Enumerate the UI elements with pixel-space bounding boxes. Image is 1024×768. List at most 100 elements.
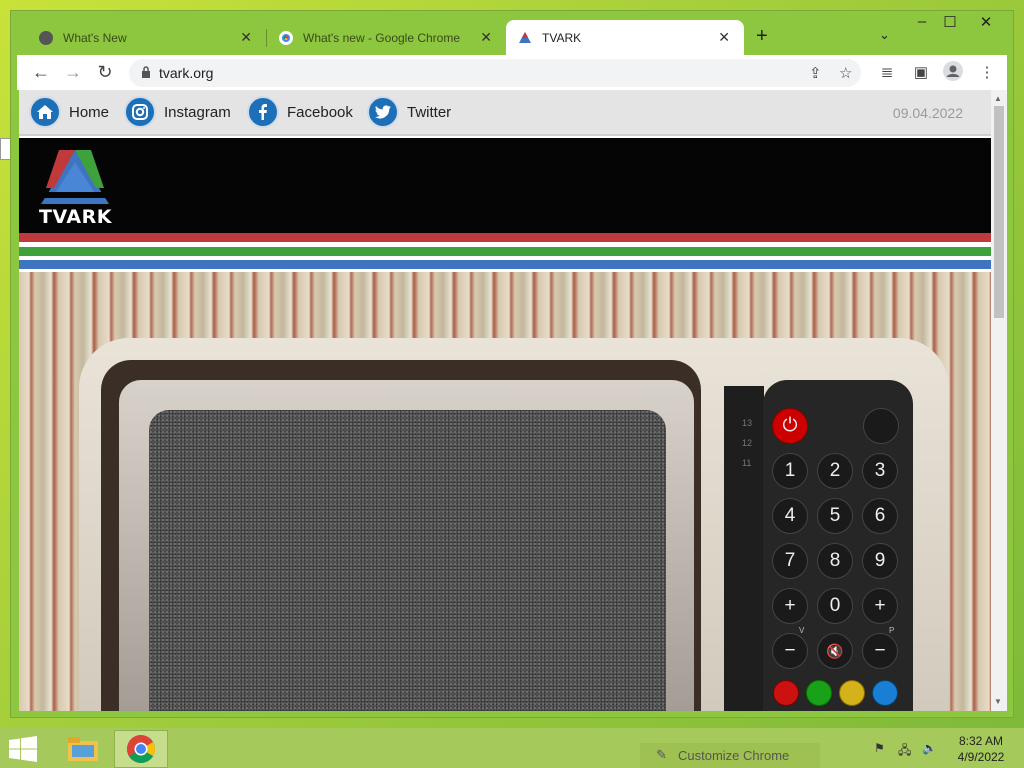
nav-link-facebook[interactable]: Facebook <box>247 96 353 128</box>
blue-color-button[interactable] <box>872 680 898 706</box>
tab-tvark[interactable]: TVARK ✕ <box>506 20 744 55</box>
forward-arrow-icon[interactable]: → <box>61 61 85 85</box>
number-button-6[interactable]: 6 <box>862 498 898 534</box>
tvark-logo-icon[interactable] <box>39 148 111 206</box>
number-button-9[interactable]: 9 <box>862 543 898 579</box>
menu-kebab-icon[interactable]: ⋮ <box>975 61 999 85</box>
customize-chrome-button[interactable]: ✎ Customize Chrome <box>640 743 820 768</box>
minimize-button[interactable]: – <box>907 13 937 30</box>
tvark-icon <box>518 31 532 45</box>
number-button-0[interactable]: 0 <box>817 588 853 624</box>
number-button-3[interactable]: 3 <box>862 453 898 489</box>
windows-start-icon[interactable] <box>8 736 38 762</box>
media-queue-icon[interactable]: ≣ <box>875 61 899 85</box>
tab-search-chevron-icon[interactable]: ⌄ <box>879 27 890 43</box>
chrome-icon <box>127 735 155 763</box>
remote-control: ⏻ 1 2 3 4 5 6 7 8 9 + 0 + V P − 🔇 − <box>763 380 913 711</box>
green-stripe <box>19 247 991 256</box>
tab-whats-new[interactable]: What's New ✕ <box>11 20 266 55</box>
channel-number: 13 <box>742 418 753 428</box>
site-nav-bar: Home Instagram Facebook Twitter 09.04.20… <box>19 90 991 136</box>
clock-time: 8:32 AM <box>958 734 1004 748</box>
site-date: 09.04.2022 <box>892 105 963 121</box>
volume-muted-icon[interactable]: 🔈 <box>922 741 938 757</box>
chrome-window: What's New ✕ What's new - Google Chrome … <box>10 10 1014 718</box>
channel-number: 12 <box>742 438 753 448</box>
tab-title: TVARK <box>542 30 582 45</box>
side-panel-icon[interactable]: ▣ <box>909 61 933 85</box>
tab-google-chrome[interactable]: What's new - Google Chrome ✕ <box>251 20 506 55</box>
site-logo-text[interactable]: TVARK <box>39 206 112 228</box>
site-masthead: TVARK <box>19 138 991 233</box>
program-label: P <box>889 626 895 635</box>
maximize-button[interactable]: ☐ <box>935 13 965 31</box>
page-scrollbar[interactable]: ▲ ▼ <box>991 90 1007 711</box>
pencil-icon: ✎ <box>656 747 667 762</box>
tab-strip: What's New ✕ What's new - Google Chrome … <box>11 11 1013 55</box>
green-color-button[interactable] <box>806 680 832 706</box>
lock-icon <box>142 66 150 78</box>
reload-icon[interactable]: ↻ <box>93 61 117 85</box>
browser-toolbar: ← → ↻ tvark.org ⇪ ☆ ≣ ▣ ⋮ <box>17 55 1007 90</box>
nav-link-instagram[interactable]: Instagram <box>124 96 231 128</box>
nav-link-label: Home <box>69 103 110 121</box>
nav-link-label: Twitter <box>407 103 452 121</box>
chrome-gray-icon <box>39 31 53 45</box>
program-up-button[interactable]: + <box>862 588 898 624</box>
channel-number: 11 <box>742 458 752 468</box>
tab-title: What's New <box>63 30 127 45</box>
number-button-8[interactable]: 8 <box>817 543 853 579</box>
nav-link-twitter[interactable]: Twitter <box>367 96 451 128</box>
tab-title: What's new - Google Chrome <box>303 30 461 45</box>
volume-down-button[interactable]: − <box>772 633 808 669</box>
url-text: tvark.org <box>159 65 214 81</box>
back-arrow-icon[interactable]: ← <box>29 61 53 85</box>
bookmark-star-icon[interactable]: ☆ <box>839 64 852 82</box>
mute-icon[interactable]: 🔇 <box>817 633 853 669</box>
nav-link-home[interactable]: Home <box>29 96 109 128</box>
tv-static-screen <box>149 410 666 711</box>
action-center-flag-icon[interactable]: ⚑ <box>874 741 890 757</box>
file-explorer-taskbar-button[interactable] <box>56 730 110 768</box>
power-button[interactable]: ⏻ <box>772 408 808 444</box>
folder-icon <box>68 737 98 761</box>
number-button-4[interactable]: 4 <box>772 498 808 534</box>
home-icon <box>29 96 61 128</box>
nav-link-label: Instagram <box>164 103 231 121</box>
close-icon[interactable]: ✕ <box>718 29 730 46</box>
customize-chrome-label: Customize Chrome <box>678 748 790 763</box>
instagram-icon <box>124 96 156 128</box>
new-tab-button[interactable]: + <box>756 25 768 48</box>
clock-date: 4/9/2022 <box>957 750 1005 764</box>
red-stripe <box>19 233 991 242</box>
close-icon[interactable]: ✕ <box>480 29 492 46</box>
page-viewport: Home Instagram Facebook Twitter 09.04.20… <box>19 90 991 711</box>
scroll-up-arrow-icon[interactable]: ▲ <box>994 94 1002 103</box>
chrome-icon <box>279 31 293 45</box>
network-icon[interactable]: 🖧 <box>898 741 914 757</box>
program-down-button[interactable]: − <box>862 633 898 669</box>
system-clock[interactable]: 8:32 AM 4/9/2022 <box>948 733 1014 765</box>
facebook-icon <box>247 96 279 128</box>
volume-up-button[interactable]: + <box>772 588 808 624</box>
chrome-taskbar-button[interactable] <box>114 730 168 768</box>
nav-link-label: Facebook <box>287 103 353 121</box>
twitter-icon <box>367 96 399 128</box>
share-icon[interactable]: ⇪ <box>809 64 822 82</box>
number-button-7[interactable]: 7 <box>772 543 808 579</box>
yellow-color-button[interactable] <box>839 680 865 706</box>
profile-avatar-icon[interactable] <box>941 61 965 85</box>
number-button-5[interactable]: 5 <box>817 498 853 534</box>
red-color-button[interactable] <box>773 680 799 706</box>
windows-taskbar <box>0 728 1024 768</box>
address-bar[interactable]: tvark.org ⇪ ☆ <box>129 59 861 87</box>
channel-selector-strip: 13 12 11 <box>724 386 764 711</box>
blue-stripe <box>19 260 991 269</box>
number-button-2[interactable]: 2 <box>817 453 853 489</box>
blank-button[interactable] <box>863 408 899 444</box>
scroll-down-arrow-icon[interactable]: ▼ <box>994 697 1002 706</box>
number-button-1[interactable]: 1 <box>772 453 808 489</box>
volume-label: V <box>799 626 805 635</box>
scrollbar-thumb[interactable] <box>994 106 1004 318</box>
close-window-button[interactable]: ✕ <box>971 13 1001 31</box>
